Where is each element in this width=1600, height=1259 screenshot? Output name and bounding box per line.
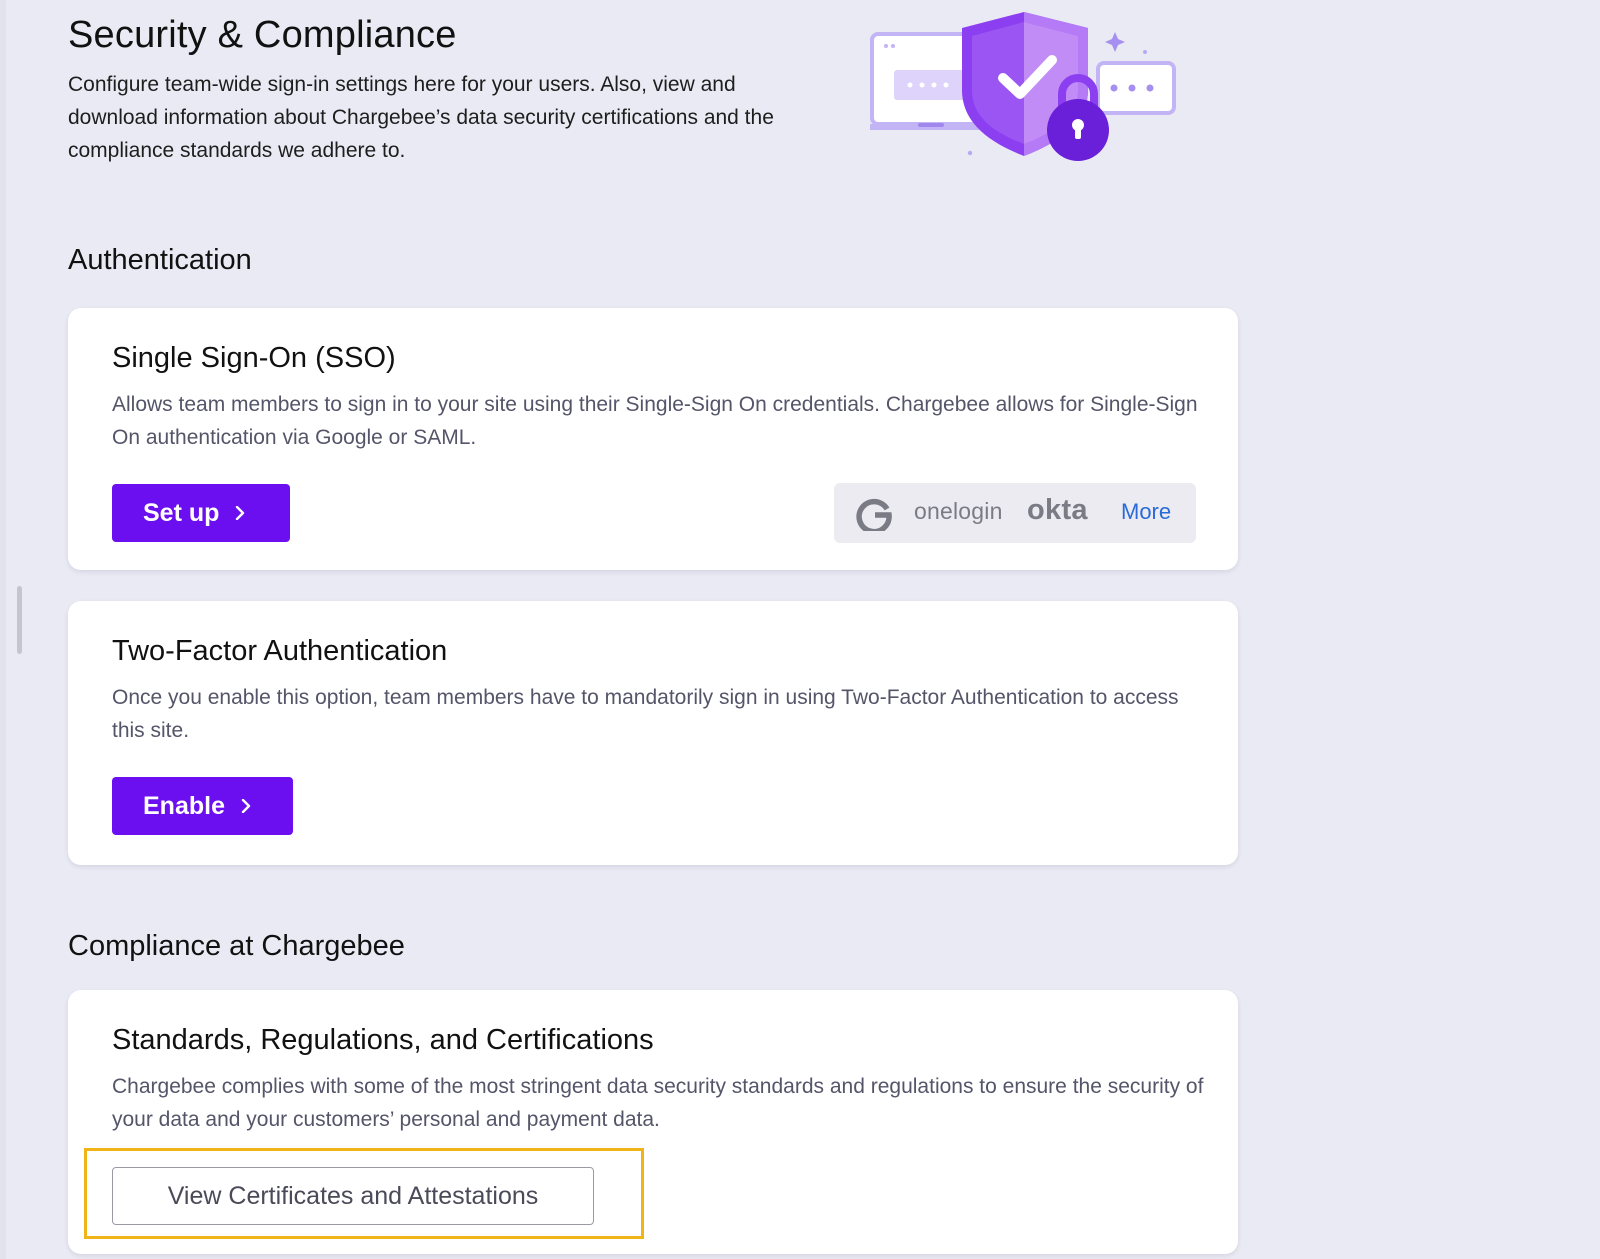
compliance-section-title: Compliance at Chargebee xyxy=(68,930,405,962)
sso-providers-bar: onelogin okta More xyxy=(834,483,1196,543)
page-title: Security & Compliance xyxy=(68,14,457,56)
onelogin-logo: onelogin xyxy=(914,498,1003,524)
two-factor-enable-button[interactable]: Enable xyxy=(112,777,293,835)
two-factor-enable-label: Enable xyxy=(143,791,225,820)
chevron-right-icon xyxy=(241,799,251,813)
google-icon xyxy=(856,498,892,531)
scrollbar-handle[interactable] xyxy=(17,586,22,654)
okta-logo: okta xyxy=(1027,494,1088,526)
standards-title: Standards, Regulations, and Certificatio… xyxy=(112,1024,654,1056)
standards-description: Chargebee complies with some of the most… xyxy=(112,1075,1204,1131)
left-edge-strip xyxy=(0,0,6,1259)
two-factor-card: Two-Factor Authentication Once you enabl… xyxy=(68,601,1238,865)
sso-description: Allows team members to sign in to your s… xyxy=(112,393,1198,449)
two-factor-title: Two-Factor Authentication xyxy=(112,635,448,667)
sso-setup-label: Set up xyxy=(143,498,220,527)
security-shield-lock-icon xyxy=(870,12,1176,161)
sso-card: Single Sign-On (SSO) Allows team members… xyxy=(68,308,1238,570)
highlight-annotation-box xyxy=(84,1148,644,1239)
more-providers-link[interactable]: More xyxy=(1121,499,1171,525)
two-factor-description: Once you enable this option, team member… xyxy=(112,686,1179,742)
sso-title: Single Sign-On (SSO) xyxy=(112,342,396,374)
sso-setup-button[interactable]: Set up xyxy=(112,484,290,542)
page-description: Configure team-wide sign-in settings her… xyxy=(68,73,774,162)
chevron-right-icon xyxy=(236,506,245,520)
authentication-section-title: Authentication xyxy=(68,244,252,276)
